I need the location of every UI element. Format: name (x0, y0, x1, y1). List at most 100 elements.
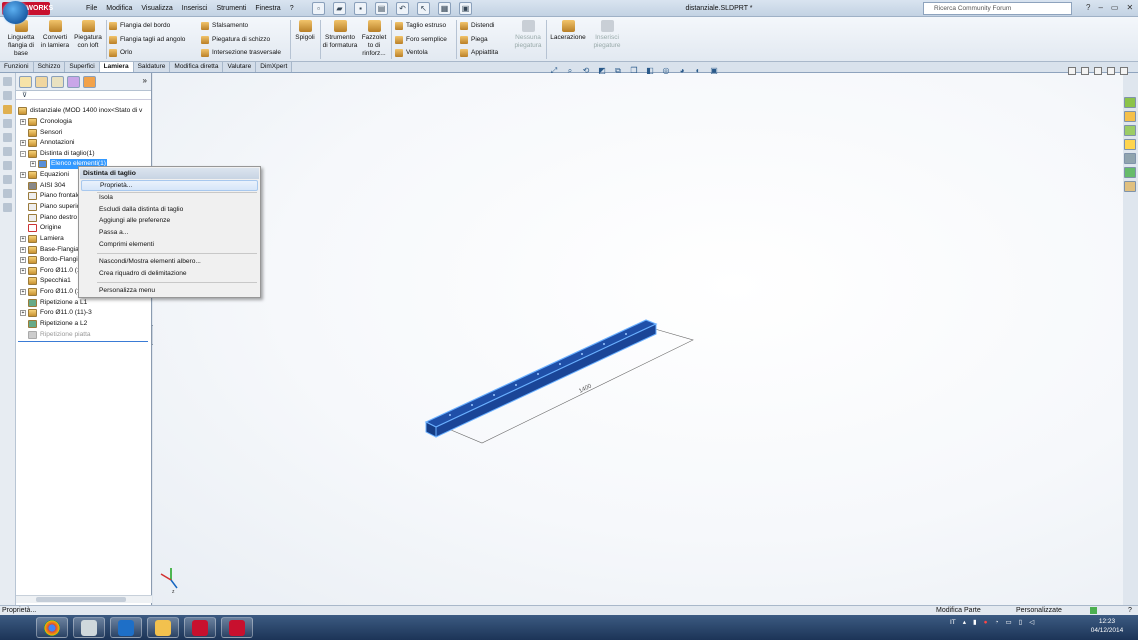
tree-item-ripetizione-l1[interactable]: Ripetizione a L1 (28, 298, 87, 308)
select-icon[interactable]: ↖ (417, 2, 430, 15)
previous-view-icon[interactable]: ⟲ (581, 66, 591, 75)
strip-tool-icon[interactable] (3, 105, 12, 114)
flangia-tagli-angolo-button[interactable]: Flangia tagli ad angolo (109, 35, 185, 44)
options-icon[interactable]: ▣ (459, 2, 472, 15)
appearances-icon[interactable] (1124, 167, 1136, 178)
piegatura-schizzo-button[interactable]: Piegatura di schizzo (201, 35, 270, 44)
tree-item-base-flangia[interactable]: + Base-Flangia1 (20, 245, 83, 255)
view-palette-icon[interactable] (1124, 153, 1136, 164)
menu-item-personalizza[interactable]: Personalizza menu (99, 286, 155, 295)
tree-item-bordo-flangia[interactable]: + Bordo-Flangia1 (20, 255, 85, 265)
taskbar-outlook-icon[interactable] (110, 617, 142, 638)
inserisci-piegature-button[interactable]: Inserisci piegature (590, 20, 624, 50)
menu-strumenti[interactable]: Strumenti (216, 3, 246, 15)
tree-item-equazioni[interactable]: + Equazioni (20, 170, 69, 180)
view-orientation-icon[interactable]: ❒ (629, 66, 639, 75)
design-library-icon[interactable] (1124, 111, 1136, 122)
dimension-value[interactable]: 1400 (578, 383, 593, 395)
strip-tool-icon[interactable] (3, 119, 12, 128)
taskbar-clock[interactable]: 12:23 04/12/2014 (1085, 617, 1129, 635)
taskbar-solidworks-icon[interactable] (184, 617, 216, 638)
converti-lamiera-button[interactable]: Converti in lamiera (40, 20, 70, 50)
tree-item-lamiera[interactable]: + Lamiera (20, 234, 64, 244)
piega-button[interactable]: Piega (460, 35, 488, 44)
tree-item-materiale[interactable]: AISI 304 (28, 181, 65, 191)
spigoli-button[interactable]: Spigoli (293, 20, 317, 42)
edit-appearance-icon[interactable]: ◕ (677, 66, 687, 75)
menu-file[interactable]: File (86, 3, 97, 15)
save-icon[interactable]: ▪ (354, 2, 367, 15)
tray-volume-icon[interactable]: ◁ (1029, 618, 1034, 626)
strip-tool-icon[interactable] (3, 91, 12, 100)
menu-visualizza[interactable]: Visualizza (141, 3, 172, 15)
menu-item-isola[interactable]: Isola (99, 193, 113, 202)
menu-item-preferenze[interactable]: Aggiungi alle preferenze (99, 216, 170, 225)
hide-show-icon[interactable]: ◎ (661, 66, 671, 75)
sheet-metal-model[interactable]: 1400 (410, 310, 710, 450)
menu-item-riquadro[interactable]: Crea riquadro di delimitazione (99, 269, 187, 278)
tab-modifica-diretta[interactable]: Modifica diretta (170, 62, 224, 72)
tray-display-icon[interactable]: ▭ (1006, 618, 1012, 626)
menu-item-nascondi-mostra[interactable]: Nascondi/Mostra elementi albero... (99, 257, 201, 266)
appiattita-button[interactable]: Appiattita (460, 48, 498, 57)
property-manager-tab-icon[interactable] (35, 76, 48, 88)
tree-item-origine[interactable]: Origine (28, 223, 61, 233)
expand-icon[interactable]: + (20, 310, 26, 316)
menu-modifica[interactable]: Modifica (106, 3, 132, 15)
menu-item-proprieta[interactable]: Proprietà... (81, 180, 258, 191)
print-icon[interactable]: ▤ (375, 2, 388, 15)
menu-help[interactable]: ? (290, 3, 294, 15)
piegatura-loft-button[interactable]: Piegatura con loft (71, 20, 105, 50)
scroll-thumb[interactable] (36, 597, 126, 602)
viewport-minimize-icon[interactable] (1094, 67, 1102, 75)
taskbar-solidworks-2-icon[interactable] (221, 617, 253, 638)
tab-superfici[interactable]: Superfici (65, 62, 100, 72)
strip-tool-icon[interactable] (3, 147, 12, 156)
nessuna-piegatura-button[interactable]: Nessuna piegatura (510, 20, 546, 50)
tab-saldature[interactable]: Saldature (133, 62, 171, 72)
tab-valutare[interactable]: Valutare (223, 62, 257, 72)
tree-item-specchia[interactable]: Specchia1 (28, 276, 71, 286)
orlo-button[interactable]: Orlo (109, 48, 132, 57)
tab-dimxpert[interactable]: DimXpert (256, 62, 293, 72)
solidworks-resources-icon[interactable] (1124, 97, 1136, 108)
distendi-button[interactable]: Distendi (460, 21, 494, 30)
tree-item-piano-frontale[interactable]: Piano frontale (28, 191, 81, 201)
file-explorer-icon[interactable] (1124, 125, 1136, 136)
viewport-restore-icon[interactable] (1107, 67, 1115, 75)
open-icon[interactable]: ▰ (333, 2, 346, 15)
tray-antivirus-icon[interactable]: ● (984, 619, 988, 626)
search-input[interactable]: Ricerca Community Forum (923, 2, 1072, 15)
intersezione-trasversale-button[interactable]: Intersezione trasversale (201, 48, 281, 57)
lacerazione-button[interactable]: Lacerazione (549, 20, 587, 42)
menu-item-passa-a[interactable]: Passa a... (99, 228, 128, 237)
collapse-icon[interactable]: − (20, 151, 26, 157)
tree-item-cronologia[interactable]: + Cronologia (20, 117, 72, 127)
tray-update-icon[interactable]: ◔ (995, 619, 999, 626)
strip-tool-icon[interactable] (3, 189, 12, 198)
strip-tool-icon[interactable] (3, 203, 12, 212)
taskbar-documents-icon[interactable] (73, 617, 105, 638)
tab-funzioni[interactable]: Funzioni (0, 62, 34, 72)
apply-scene-icon[interactable]: ◐ (693, 66, 703, 75)
tree-item-foro-3[interactable]: + Foro Ø11.0 (11)-3 (20, 308, 92, 318)
tab-lamiera[interactable]: Lamiera (99, 62, 134, 72)
minimize-button[interactable]: – (1098, 3, 1102, 12)
tree-horizontal-scrollbar[interactable] (16, 595, 152, 603)
foro-semplice-button[interactable]: Foro semplice (395, 35, 447, 44)
restore-button[interactable]: ▭ (1111, 3, 1119, 12)
zoom-area-icon[interactable]: ⌕ (565, 66, 575, 75)
expand-icon[interactable]: + (20, 247, 26, 253)
expand-icon[interactable]: + (30, 161, 36, 167)
view-settings-icon[interactable]: ▣ (709, 66, 719, 75)
menu-item-comprimi[interactable]: Comprimi elementi (99, 240, 154, 249)
new-document-icon[interactable]: ▫ (312, 2, 325, 15)
custom-properties-icon[interactable] (1124, 181, 1136, 192)
tree-filter-icon[interactable]: ⊽ (16, 91, 151, 100)
tree-item-annotazioni[interactable]: + Annotazioni (20, 138, 74, 148)
tray-network-icon[interactable]: ▮ (973, 618, 977, 626)
undo-icon[interactable]: ↶ (396, 2, 409, 15)
search-folder-icon[interactable] (1124, 139, 1136, 150)
viewport-split-icon[interactable] (1081, 67, 1089, 75)
fazzoletto-button[interactable]: Fazzolet to di rinforz... (360, 20, 388, 58)
